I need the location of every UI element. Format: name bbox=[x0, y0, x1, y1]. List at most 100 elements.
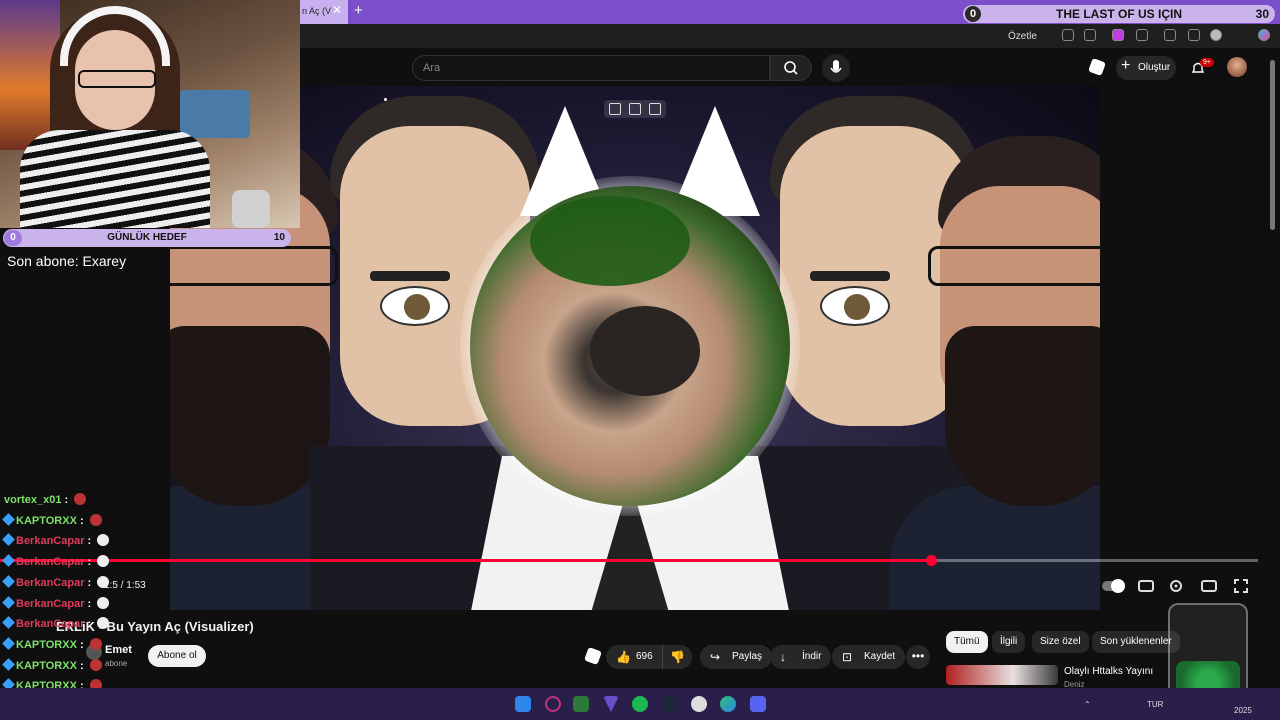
tray-chevron-icon[interactable]: ⌃ bbox=[1084, 700, 1091, 709]
chat-emote-icon bbox=[97, 617, 110, 630]
share-button[interactable]: ↪ Paylaş bbox=[700, 645, 773, 669]
extension-icon[interactable] bbox=[1112, 29, 1124, 41]
language-indicator[interactable]: TUR bbox=[1147, 700, 1163, 709]
channel-subscribers: abone bbox=[105, 659, 128, 668]
cast-icon[interactable] bbox=[629, 103, 641, 115]
clock-date[interactable]: 2025 bbox=[1234, 706, 1252, 715]
opera-icon[interactable] bbox=[545, 696, 561, 712]
bearded-man-right bbox=[890, 106, 1100, 610]
mic-icon bbox=[830, 60, 842, 73]
sub-badge-icon bbox=[2, 637, 15, 650]
obs-icon[interactable] bbox=[691, 696, 707, 712]
share-label: Paylaş bbox=[732, 651, 763, 662]
miniplayer-icon[interactable] bbox=[609, 103, 621, 115]
chat-message: BerkanCapar : bbox=[2, 574, 110, 594]
chat-message: KAPTORXX : bbox=[2, 657, 102, 677]
sub-badge-icon bbox=[2, 533, 15, 547]
new-tab-button[interactable]: + bbox=[354, 2, 363, 19]
microphone bbox=[232, 190, 270, 228]
tab-close-icon[interactable]: ✕ bbox=[332, 3, 346, 19]
goal-title: THE LAST OF US IÇIN bbox=[1056, 7, 1182, 21]
chat-username[interactable]: BerkanCapar bbox=[16, 598, 84, 610]
search-icon bbox=[784, 61, 798, 75]
bookmark-icon: ⊡ bbox=[842, 650, 853, 664]
summarize-button[interactable]: Özetle bbox=[1008, 31, 1037, 42]
chat-message: BerkanCapar : bbox=[2, 595, 110, 615]
create-label: Oluştur bbox=[1138, 62, 1171, 73]
chat-message: BerkanCapar : bbox=[2, 533, 110, 552]
recommended-thumbnail[interactable] bbox=[946, 665, 1058, 685]
subscribe-button[interactable]: Abone ol bbox=[148, 645, 206, 667]
download-button[interactable]: ↓ İndir bbox=[770, 645, 832, 669]
tab-title: n Aç (V bbox=[302, 6, 332, 16]
progress-scrubber[interactable] bbox=[926, 555, 937, 566]
browser-toolbar bbox=[300, 24, 1280, 48]
chip-recent[interactable]: Son yüklenenler bbox=[1092, 631, 1180, 653]
copilot-icon[interactable] bbox=[1258, 29, 1270, 41]
chat-emote-icon bbox=[89, 658, 102, 671]
download-label: İndir bbox=[802, 651, 822, 662]
chat-username[interactable]: BerkanCapar bbox=[16, 577, 84, 589]
chat-username[interactable]: KAPTORXX bbox=[16, 660, 77, 672]
edit-icon[interactable] bbox=[649, 103, 661, 115]
save-label: Kaydet bbox=[864, 651, 896, 662]
headphones bbox=[60, 6, 170, 66]
profile-icon[interactable] bbox=[1210, 29, 1222, 41]
chip-all[interactable]: Tümü bbox=[946, 631, 988, 653]
recommended-title[interactable]: Olaylı Httalks Yayını bbox=[1064, 666, 1153, 677]
screen: n Aç (V ✕ + THE LAST OF US IÇIN 0 30 Öze… bbox=[0, 0, 1280, 720]
sync-icon[interactable] bbox=[1164, 29, 1176, 41]
search-button[interactable] bbox=[770, 55, 812, 81]
page-scrollbar[interactable] bbox=[1270, 60, 1275, 230]
thumbs-down-icon: 👎 bbox=[670, 650, 685, 664]
video-progress-bar[interactable] bbox=[0, 555, 1258, 566]
sub-badge-icon bbox=[2, 574, 15, 588]
voice-search-button[interactable] bbox=[822, 54, 850, 82]
theater-mode-icon[interactable] bbox=[1201, 580, 1217, 592]
edge-icon[interactable] bbox=[720, 696, 736, 712]
share-icon: ↪ bbox=[710, 650, 721, 664]
like-count: 696 bbox=[636, 651, 653, 662]
chat-message: BerkanCapar : bbox=[2, 616, 110, 635]
chat-username[interactable]: KAPTORXX bbox=[16, 515, 77, 527]
chat-emote-icon bbox=[97, 555, 110, 568]
daily-goal-title: GÜNLÜK HEDEF bbox=[107, 232, 187, 243]
chat-username[interactable]: vortex_x01 bbox=[4, 494, 62, 506]
chip-related[interactable]: İlgili bbox=[992, 631, 1026, 653]
video-player[interactable] bbox=[170, 86, 1100, 610]
more-actions-button[interactable]: ••• bbox=[906, 645, 930, 669]
chat-emote-icon bbox=[89, 637, 102, 650]
terminal-icon[interactable] bbox=[573, 696, 589, 712]
subtitles-icon[interactable] bbox=[1138, 580, 1154, 592]
extensions-puzzle-icon[interactable] bbox=[1136, 29, 1148, 41]
save-button[interactable]: ⊡ Kaydet bbox=[832, 645, 906, 669]
sub-badge-icon bbox=[2, 616, 15, 630]
chat-username[interactable]: BerkanCapar bbox=[16, 535, 84, 547]
split-icon[interactable] bbox=[1062, 29, 1074, 41]
autoplay-toggle[interactable] bbox=[1102, 579, 1125, 593]
search-input[interactable]: Ara bbox=[412, 55, 770, 81]
chat-username[interactable]: BerkanCapar bbox=[16, 556, 84, 568]
star-icon[interactable] bbox=[1084, 29, 1096, 41]
chat-username[interactable]: KAPTORXX bbox=[16, 639, 77, 651]
discord-icon[interactable] bbox=[750, 696, 766, 712]
favorites-icon[interactable] bbox=[1188, 29, 1200, 41]
channel-name[interactable]: Emet bbox=[105, 644, 132, 656]
visualizer-orb bbox=[470, 186, 790, 506]
daily-goal-current: 0 bbox=[4, 230, 22, 246]
daily-goal-target: 10 bbox=[273, 232, 285, 243]
spotify-icon[interactable] bbox=[632, 696, 648, 712]
goal-current: 0 bbox=[965, 6, 981, 22]
steam-icon[interactable] bbox=[661, 696, 677, 712]
progress-played bbox=[0, 559, 931, 562]
chat-message: BerkanCapar : bbox=[2, 554, 110, 573]
chip-for-you[interactable]: Size özel bbox=[1032, 631, 1089, 653]
start-windows-icon[interactable] bbox=[515, 696, 531, 712]
settings-gear-icon[interactable] bbox=[1168, 578, 1184, 594]
fullscreen-icon[interactable] bbox=[1233, 578, 1249, 594]
dislike-button[interactable]: 👎 bbox=[662, 645, 692, 669]
chat-username[interactable]: BerkanCapar bbox=[16, 618, 84, 630]
download-icon: ↓ bbox=[780, 650, 786, 664]
account-avatar[interactable] bbox=[1227, 57, 1247, 77]
goal-target: 30 bbox=[1255, 7, 1269, 21]
